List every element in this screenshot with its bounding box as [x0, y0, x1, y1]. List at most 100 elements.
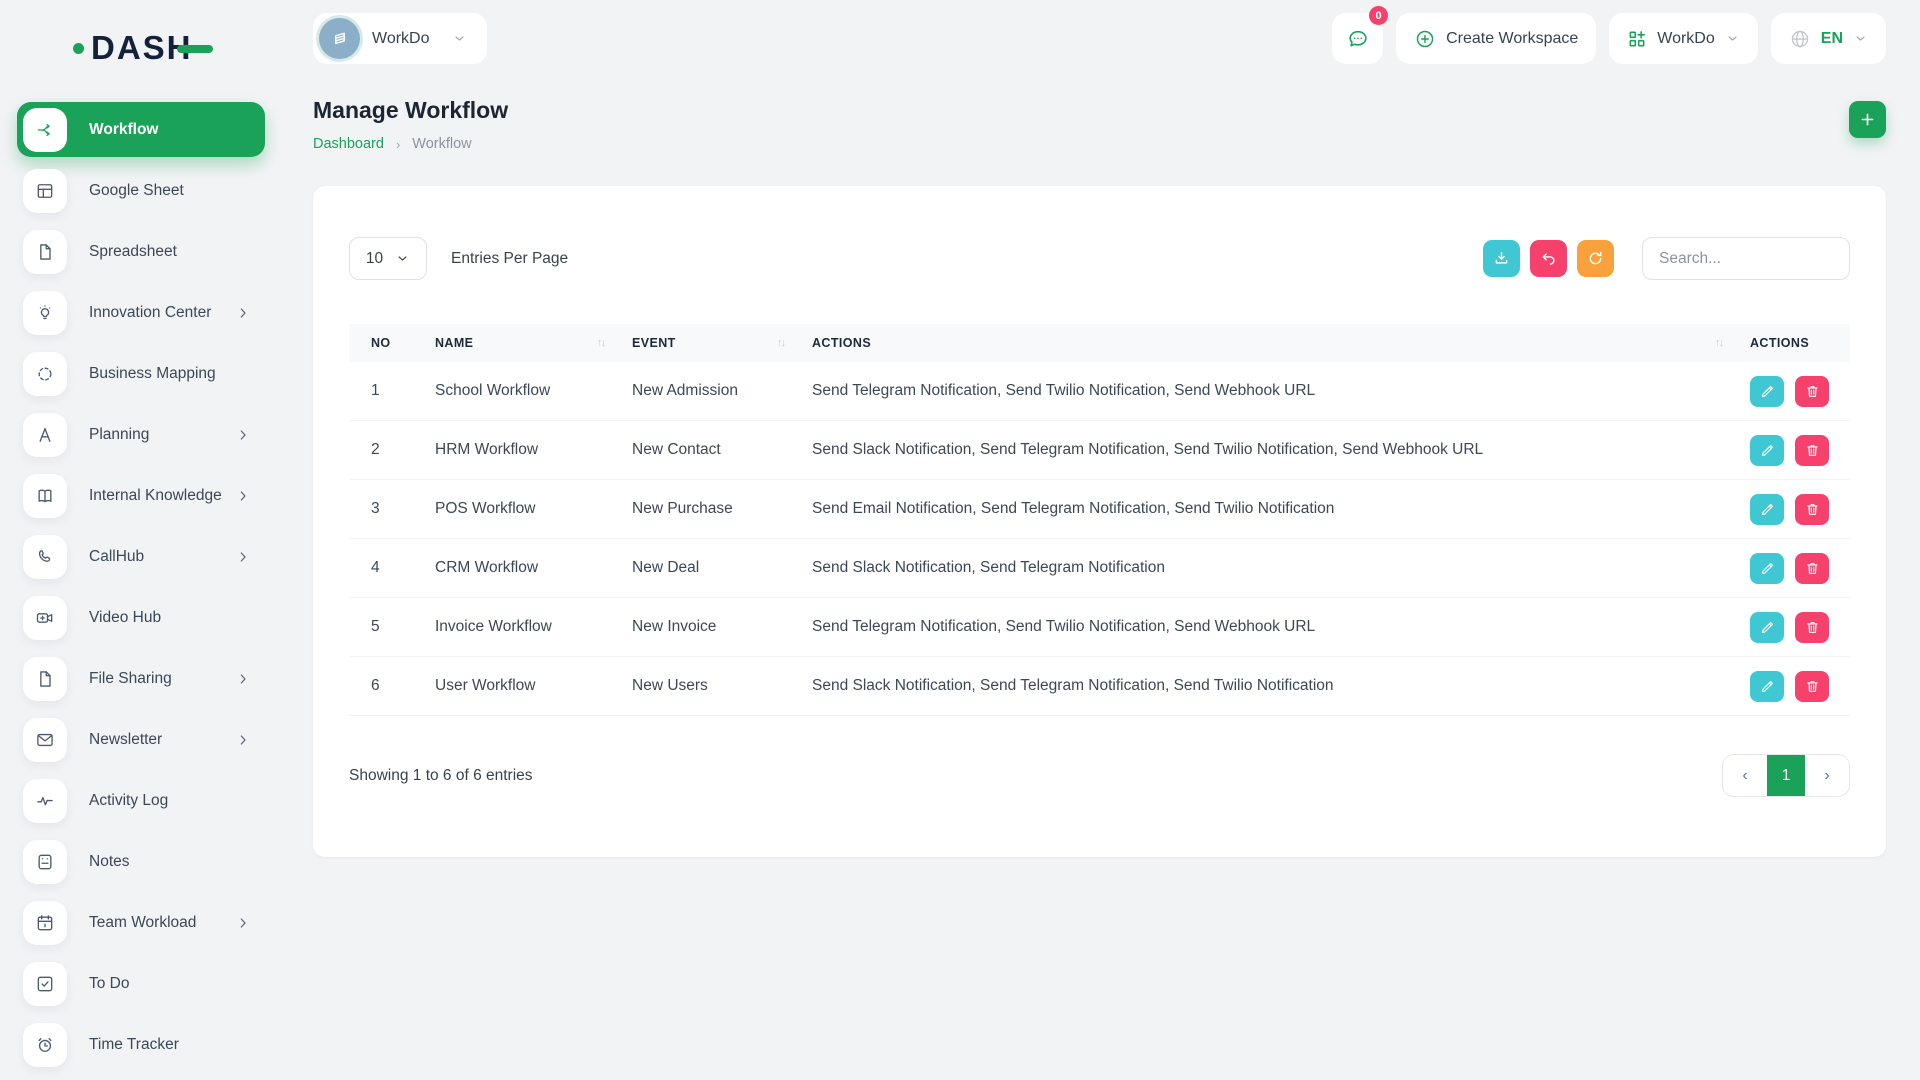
check-square-icon: [23, 962, 67, 1006]
plus-icon: [1858, 110, 1877, 129]
cell-event: New Deal: [632, 559, 812, 577]
sidebar-item-team-workload[interactable]: Team Workload: [17, 895, 265, 950]
table-row: 6User WorkflowNew UsersSend Slack Notifi…: [349, 657, 1850, 716]
reset-button[interactable]: [1530, 240, 1567, 277]
sidebar-item-label: Google Sheet: [89, 182, 184, 200]
trash-icon: [1804, 619, 1821, 636]
sidebar-item-planning[interactable]: Planning: [17, 407, 265, 462]
edit-button[interactable]: [1750, 494, 1784, 525]
header-no: NO: [371, 336, 435, 350]
delete-button[interactable]: [1795, 671, 1829, 702]
edit-button[interactable]: [1750, 553, 1784, 584]
edit-button[interactable]: [1750, 612, 1784, 643]
sidebar-item-business-mapping[interactable]: Business Mapping: [17, 346, 265, 401]
entries-value: 10: [366, 250, 383, 268]
trash-icon: [1804, 560, 1821, 577]
topbar: WorkDo 0 Create Workspace WorkDo EN: [313, 13, 1886, 64]
messages-button[interactable]: 0: [1332, 13, 1383, 64]
cell-name: User Workflow: [435, 677, 632, 695]
calendar-icon: [23, 901, 67, 945]
delete-button[interactable]: [1795, 494, 1829, 525]
previous-page-button[interactable]: ‹: [1723, 755, 1767, 796]
circle-plus-icon: [1414, 28, 1436, 50]
apps-menu[interactable]: WorkDo: [1609, 13, 1758, 64]
logo-dot: [73, 43, 84, 54]
sidebar-item-workflow[interactable]: Workflow: [17, 102, 265, 157]
pencil-icon: [1759, 442, 1776, 459]
cell-no: 3: [371, 500, 435, 518]
compass-a-icon: [23, 413, 67, 457]
create-workspace-button[interactable]: Create Workspace: [1396, 13, 1596, 64]
edit-button[interactable]: [1750, 376, 1784, 407]
next-page-button[interactable]: ›: [1805, 755, 1849, 796]
cell-name: POS Workflow: [435, 500, 632, 518]
export-button[interactable]: [1483, 240, 1520, 277]
workspace-selector[interactable]: WorkDo: [313, 13, 487, 64]
sidebar-item-activity-log[interactable]: Activity Log: [17, 773, 265, 828]
sidebar-item-notes[interactable]: Notes: [17, 834, 265, 889]
header-actions: ACTIONS↑↓: [812, 336, 1750, 350]
chevron-right-icon: [235, 915, 251, 931]
sort-icon[interactable]: ↑↓: [1715, 337, 1722, 349]
delete-button[interactable]: [1795, 435, 1829, 466]
sidebar-item-internal-knowledge[interactable]: Internal Knowledge: [17, 468, 265, 523]
header-row-actions: ACTIONS: [1750, 336, 1850, 350]
pencil-icon: [1759, 501, 1776, 518]
table-body: 1School WorkflowNew AdmissionSend Telegr…: [349, 362, 1850, 716]
sidebar-item-innovation-center[interactable]: Innovation Center: [17, 285, 265, 340]
cell-no: 6: [371, 677, 435, 695]
envelope-icon: [23, 718, 67, 762]
sidebar-item-label: Innovation Center: [89, 304, 211, 322]
file-icon: [23, 230, 67, 274]
sidebar-item-spreadsheet[interactable]: Spreadsheet: [17, 224, 265, 279]
search-input[interactable]: [1642, 237, 1850, 280]
table-grid-icon: [23, 169, 67, 213]
current-page-button[interactable]: 1: [1767, 755, 1805, 796]
edit-button[interactable]: [1750, 435, 1784, 466]
download-icon: [1492, 249, 1511, 268]
entries-per-page-label: Entries Per Page: [451, 250, 568, 268]
pencil-icon: [1759, 678, 1776, 695]
refresh-icon: [1586, 249, 1605, 268]
pencil-icon: [1759, 619, 1776, 636]
sidebar-item-video-hub[interactable]: Video Hub: [17, 590, 265, 645]
sidebar-item-google-sheet[interactable]: Google Sheet: [17, 163, 265, 218]
sort-icon[interactable]: ↑↓: [597, 337, 604, 349]
cell-row-actions: [1750, 435, 1850, 466]
messages-badge: 0: [1369, 6, 1388, 25]
logo-dash: [177, 45, 213, 53]
sidebar-item-label: Spreadsheet: [89, 243, 177, 261]
lightbulb-icon: [23, 291, 67, 335]
breadcrumb: Dashboard › Workflow: [313, 136, 508, 152]
sidebar-item-time-tracker[interactable]: Time Tracker: [17, 1017, 265, 1072]
breadcrumb-separator: ›: [396, 137, 400, 152]
cell-row-actions: [1750, 494, 1850, 525]
delete-button[interactable]: [1795, 553, 1829, 584]
edit-button[interactable]: [1750, 671, 1784, 702]
sidebar-item-callhub[interactable]: CallHub: [17, 529, 265, 584]
sidebar-item-label: Internal Knowledge: [89, 487, 222, 505]
sort-icon[interactable]: ↑↓: [777, 337, 784, 349]
cell-event: New Users: [632, 677, 812, 695]
dashed-circle-icon: [23, 352, 67, 396]
delete-button[interactable]: [1795, 612, 1829, 643]
workspace-avatar: [319, 18, 360, 59]
language-menu[interactable]: EN: [1771, 13, 1886, 64]
header-name: NAME↑↓: [435, 336, 632, 350]
add-workflow-button[interactable]: [1849, 101, 1886, 138]
sidebar-item-to-do[interactable]: To Do: [17, 956, 265, 1011]
language-label: EN: [1821, 30, 1843, 48]
cell-actions: Send Slack Notification, Send Telegram N…: [812, 677, 1750, 695]
cell-actions: Send Slack Notification, Send Telegram N…: [812, 441, 1750, 459]
breadcrumb-dashboard-link[interactable]: Dashboard: [313, 136, 384, 152]
pencil-icon: [1759, 560, 1776, 577]
delete-button[interactable]: [1795, 376, 1829, 407]
chevron-right-icon: [235, 549, 251, 565]
sidebar-item-newsletter[interactable]: Newsletter: [17, 712, 265, 767]
entries-per-page-select[interactable]: 10: [349, 237, 427, 280]
sidebar-item-file-sharing[interactable]: File Sharing: [17, 651, 265, 706]
cell-name: HRM Workflow: [435, 441, 632, 459]
refresh-button[interactable]: [1577, 240, 1614, 277]
cell-no: 4: [371, 559, 435, 577]
cell-event: New Invoice: [632, 618, 812, 636]
